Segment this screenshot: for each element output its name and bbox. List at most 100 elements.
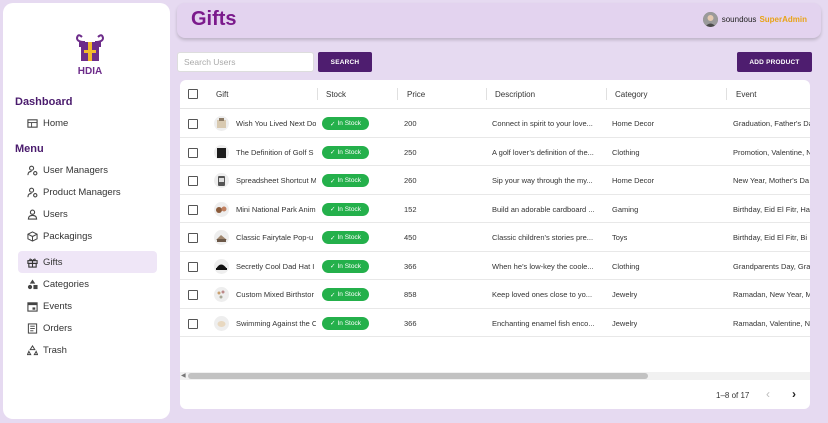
table-row[interactable]: Spreadsheet Shortcut M ✓ In Stock 260 Sip… <box>180 166 810 195</box>
row-checkbox[interactable] <box>188 261 198 272</box>
column-header-category[interactable]: Category <box>615 90 647 99</box>
brand-logo[interactable]: HDIA <box>73 33 107 77</box>
cell-description: Classic children's stories pre... <box>492 233 594 242</box>
table-icon <box>27 118 38 129</box>
user-gear-icon <box>27 187 38 198</box>
cell-event: Ramadan, Valentine, N <box>733 318 810 328</box>
cell-category: Gaming <box>612 204 639 214</box>
sidebar-item-categories[interactable]: Categories <box>18 273 157 295</box>
sidebar-item-label: Events <box>43 300 73 312</box>
check-icon: ✓ <box>330 234 336 242</box>
avatar[interactable] <box>702 12 718 27</box>
status-badge: ✓ In Stock <box>322 231 369 244</box>
row-checkbox[interactable] <box>188 147 198 158</box>
column-divider[interactable] <box>397 88 398 100</box>
cell-description: Build an adorable cardboard ... <box>492 204 595 214</box>
horizontal-scrollbar[interactable]: ◀ <box>180 372 810 380</box>
check-icon: ✓ <box>330 291 336 299</box>
user-profile[interactable]: soundous SuperAdmin <box>702 12 807 27</box>
column-header-stock[interactable]: Stock <box>326 90 346 99</box>
cell-event: Birthday, Eid El Fitr, Ha <box>733 204 810 214</box>
cell-gift: The Definition of Golf S <box>236 147 314 157</box>
gifts-table: Gift Stock Price Description Category Ev… <box>180 80 810 409</box>
cell-description: A golf lover’s definition of the... <box>492 147 594 157</box>
row-checkbox[interactable] <box>188 233 198 243</box>
cell-category: Home Decor <box>612 176 655 185</box>
row-checkbox[interactable] <box>188 119 198 129</box>
sidebar-item-label: Gifts <box>43 256 63 268</box>
column-header-description[interactable]: Description <box>495 90 535 99</box>
header-bar: Gifts soundous SuperAdmin <box>177 3 821 38</box>
username: soundous <box>721 15 757 24</box>
cell-price: 366 <box>404 318 417 328</box>
column-divider[interactable] <box>726 88 727 100</box>
select-all-checkbox[interactable] <box>188 89 198 99</box>
row-checkbox[interactable] <box>188 290 198 300</box>
column-header-price[interactable]: Price <box>407 90 425 99</box>
table-row[interactable]: Mini National Park Anim ✓ In Stock 152 Bu… <box>180 195 810 223</box>
prev-page-icon[interactable]: ‹ <box>766 387 770 401</box>
table-row[interactable]: The Definition of Golf S ✓ In Stock 250 A… <box>180 138 810 166</box>
search-input[interactable] <box>177 52 314 72</box>
table-row[interactable]: Secretly Cool Dad Hat I ✓ In Stock 366 Wh… <box>180 252 810 280</box>
cell-gift: Classic Fairytale Pop-u <box>236 233 314 242</box>
gift-thumbnail <box>214 258 229 274</box>
cell-price: 366 <box>404 261 417 271</box>
scroll-left-icon[interactable]: ◀ <box>181 372 186 379</box>
cell-category: Home Decor <box>612 119 655 128</box>
sidebar-item-users[interactable]: Users <box>18 203 157 225</box>
user-icon <box>27 209 38 220</box>
cell-price: 152 <box>404 204 417 214</box>
table-row[interactable]: Classic Fairytale Pop-u ✓ In Stock 450 Cl… <box>180 223 810 252</box>
column-header-gift[interactable]: Gift <box>216 90 228 99</box>
sidebar-item-label: Trash <box>43 344 67 356</box>
sidebar-item-trash[interactable]: Trash <box>18 339 157 361</box>
calendar-icon <box>27 301 38 312</box>
sidebar-item-gifts[interactable]: Gifts <box>18 251 157 273</box>
column-header-event[interactable]: Event <box>736 90 756 99</box>
status-badge: ✓ In Stock <box>322 117 369 130</box>
cell-description: Connect in spirit to your love... <box>492 119 593 128</box>
add-product-button[interactable]: ADD PRODUCT <box>737 52 812 72</box>
sidebar-item-user-managers[interactable]: User Managers <box>18 159 157 181</box>
cell-price: 200 <box>404 119 417 128</box>
cell-event: New Year, Mother's Da <box>733 176 810 185</box>
status-badge: ✓ In Stock <box>322 202 369 216</box>
table-row[interactable]: Swimming Against the C ✓ In Stock 366 Enc… <box>180 309 810 337</box>
column-divider[interactable] <box>486 88 487 100</box>
cell-event: Graduation, Father's Da <box>733 119 810 128</box>
sidebar-item-home[interactable]: Home <box>18 112 157 134</box>
gift-thumbnail <box>214 201 229 217</box>
sidebar-item-orders[interactable]: Orders <box>18 317 157 339</box>
check-icon: ✓ <box>330 149 336 156</box>
column-divider[interactable] <box>317 88 318 100</box>
sidebar-item-events[interactable]: Events <box>18 295 157 317</box>
row-checkbox[interactable] <box>188 176 198 186</box>
sidebar-item-label: Packagings <box>43 230 93 242</box>
cell-gift: Secretly Cool Dad Hat I <box>236 261 315 271</box>
next-page-icon[interactable]: › <box>792 387 796 401</box>
cell-event: Ramadan, New Year, M <box>733 290 810 299</box>
dashboard-heading: Dashboard <box>15 96 73 108</box>
table-row[interactable]: Wish You Lived Next Do ✓ In Stock 200 Con… <box>180 109 810 138</box>
check-icon: ✓ <box>330 177 336 185</box>
gift-icon <box>27 257 38 268</box>
column-divider[interactable] <box>606 88 607 100</box>
gift-thumbnail <box>214 315 229 331</box>
cell-description: Enchanting enamel fish enco... <box>492 318 595 328</box>
cell-gift: Wish You Lived Next Do <box>236 119 316 128</box>
brand-name: HDIA <box>78 66 102 77</box>
box-icon <box>27 230 38 242</box>
cell-description: Sip your way through the my... <box>492 176 593 185</box>
row-checkbox[interactable] <box>188 318 198 329</box>
sidebar-item-product-managers[interactable]: Product Managers <box>18 181 157 203</box>
cell-category: Clothing <box>612 147 640 157</box>
sidebar-item-packagings[interactable]: Packagings <box>18 225 157 247</box>
cell-gift: Swimming Against the C <box>236 318 316 328</box>
gift-thumbnail <box>214 116 229 131</box>
row-checkbox[interactable] <box>188 204 198 215</box>
table-row[interactable]: Custom Mixed Birthstor ✓ In Stock 858 Kee… <box>180 280 810 309</box>
search-button[interactable]: SEARCH <box>318 52 372 72</box>
scrollbar-thumb[interactable] <box>188 373 648 379</box>
gift-thumbnail <box>214 230 229 245</box>
